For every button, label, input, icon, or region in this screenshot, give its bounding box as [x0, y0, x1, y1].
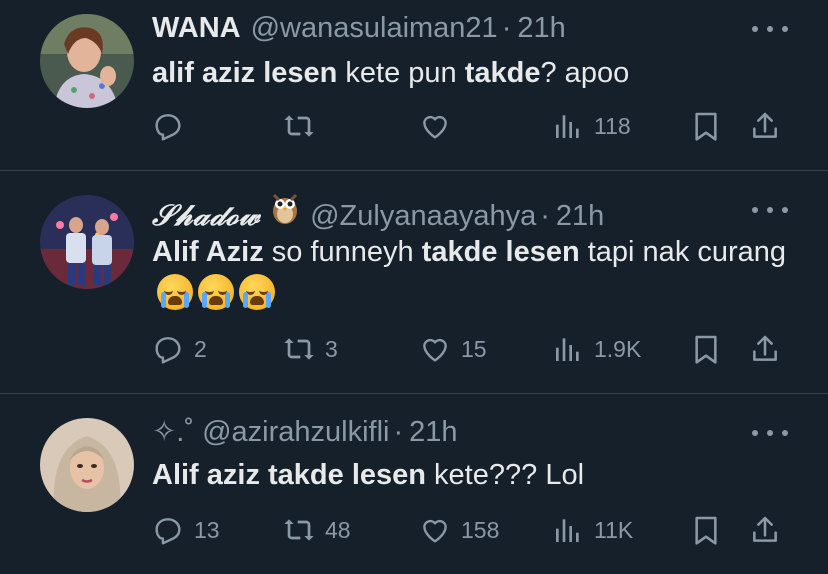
avatar[interactable] [40, 195, 134, 289]
views-count: 11K [594, 516, 634, 543]
text-normal: kete pun [337, 57, 465, 89]
tweet-header: WANA @wanasulaiman21 · 21h [152, 12, 566, 45]
bookmark-icon [695, 335, 717, 364]
tweet-text: alif aziz lesen kete pun takde? apoo [152, 52, 792, 94]
retweet-icon [284, 338, 314, 360]
views-count: 118 [594, 112, 631, 139]
reply-button[interactable] [152, 106, 194, 146]
reply-icon [155, 337, 181, 364]
owl-emoji-icon [270, 191, 300, 225]
bookmark-icon [695, 516, 717, 545]
retweet-count: 3 [325, 335, 338, 362]
like-count: 15 [461, 335, 487, 362]
share-button[interactable] [749, 329, 781, 369]
retweet-icon [284, 519, 314, 541]
retweet-button[interactable] [283, 106, 325, 146]
like-button[interactable] [419, 106, 461, 146]
analytics-icon [556, 338, 579, 361]
avatar[interactable] [40, 14, 134, 108]
share-icon [753, 112, 777, 138]
timestamp[interactable]: 21h [517, 12, 565, 45]
user-handle[interactable]: ✧.˚ @azirahzulkifli [152, 414, 389, 449]
views-button[interactable]: 11K [552, 510, 633, 550]
tweet-text: Alif aziz takde lesen kete??? Lol [152, 454, 792, 496]
like-button[interactable]: 158 [419, 510, 499, 550]
views-button[interactable]: 118 [552, 106, 631, 146]
share-button[interactable] [749, 106, 781, 146]
text-bold: takde [464, 57, 541, 89]
timestamp[interactable]: 21h [409, 416, 457, 449]
reply-icon [155, 114, 181, 141]
action-bar: 118 [152, 106, 788, 146]
analytics-icon [556, 519, 579, 542]
separator-dot: · [540, 200, 550, 232]
retweet-count: 48 [325, 516, 351, 543]
retweet-button[interactable]: 3 [283, 329, 338, 369]
text-bold: alif aziz lesen [152, 57, 338, 89]
bookmark-button[interactable] [690, 510, 722, 550]
loudly-crying-face-icon [198, 274, 234, 310]
like-button[interactable]: 15 [419, 329, 487, 369]
display-name[interactable]: WANA [152, 12, 241, 45]
tweet-feed: WANA @wanasulaiman21 · 21h alif aziz les… [0, 0, 828, 574]
bookmark-button[interactable] [690, 329, 722, 369]
user-handle[interactable]: @Zulyanaayahya [310, 200, 536, 233]
reply-button[interactable]: 2 [152, 329, 207, 369]
more-options-icon[interactable] [752, 22, 788, 36]
tweet-header: 𝒮𝒽𝒶𝒹ℴ𝓌 @Zulyanaayahya · 21h [152, 191, 604, 233]
views-button[interactable]: 1.9K [552, 329, 641, 369]
retweet-button[interactable]: 48 [283, 510, 351, 550]
heart-icon [423, 115, 447, 139]
separator-dot: · [393, 416, 404, 448]
loudly-crying-face-icon [157, 274, 193, 310]
reply-count: 2 [194, 335, 207, 362]
text-normal: tapi nak curang [579, 236, 787, 268]
tweet-1[interactable]: WANA @wanasulaiman21 · 21h alif aziz les… [0, 0, 828, 170]
avatar-photo-icon [40, 195, 134, 289]
action-bar: 2 3 15 1.9K [152, 329, 788, 369]
text-normal: kete??? Lol [426, 459, 585, 491]
text-normal: ? apoo [540, 57, 630, 89]
analytics-icon [556, 115, 579, 138]
text-bold: takde lesen [421, 236, 580, 268]
text-bold: Alif aziz takde lesen [152, 459, 426, 491]
avatar-photo-icon [40, 418, 134, 512]
tweet-3[interactable]: ✧.˚ @azirahzulkifli · 21h Alif aziz takd… [0, 394, 828, 574]
bookmark-icon [695, 112, 717, 141]
more-options-icon[interactable] [752, 203, 788, 217]
share-button[interactable] [749, 510, 781, 550]
avatar[interactable] [40, 418, 134, 512]
share-icon [753, 335, 777, 361]
avatar-photo-icon [40, 14, 134, 108]
like-count: 158 [461, 516, 500, 543]
tweet-text: Alif Aziz so funneyh takde lesen tapi na… [152, 231, 792, 315]
reply-count: 13 [194, 516, 220, 543]
reply-button[interactable]: 13 [152, 510, 220, 550]
share-icon [753, 516, 777, 542]
more-options-icon[interactable] [752, 426, 788, 440]
display-name[interactable]: 𝒮𝒽𝒶𝒹ℴ𝓌 [152, 198, 260, 233]
text-normal: so funneyh [263, 236, 422, 268]
user-handle[interactable]: @wanasulaiman21 [251, 12, 498, 45]
tweet-header: ✧.˚ @azirahzulkifli · 21h [152, 414, 458, 449]
separator-dot: · [501, 12, 512, 44]
tweet-2[interactable]: 𝒮𝒽𝒶𝒹ℴ𝓌 @Zulyanaayahya · 21h Alif Aziz so… [0, 171, 828, 393]
action-bar: 13 48 158 11K [152, 510, 788, 550]
timestamp[interactable]: 21h [556, 200, 604, 233]
heart-icon [423, 519, 447, 543]
views-count: 1.9K [594, 335, 642, 362]
reply-icon [155, 518, 181, 545]
bookmark-button[interactable] [690, 106, 722, 146]
loudly-crying-face-icon [239, 274, 275, 310]
heart-icon [423, 338, 447, 362]
retweet-icon [284, 115, 314, 137]
text-bold: Alif Aziz [152, 236, 264, 268]
